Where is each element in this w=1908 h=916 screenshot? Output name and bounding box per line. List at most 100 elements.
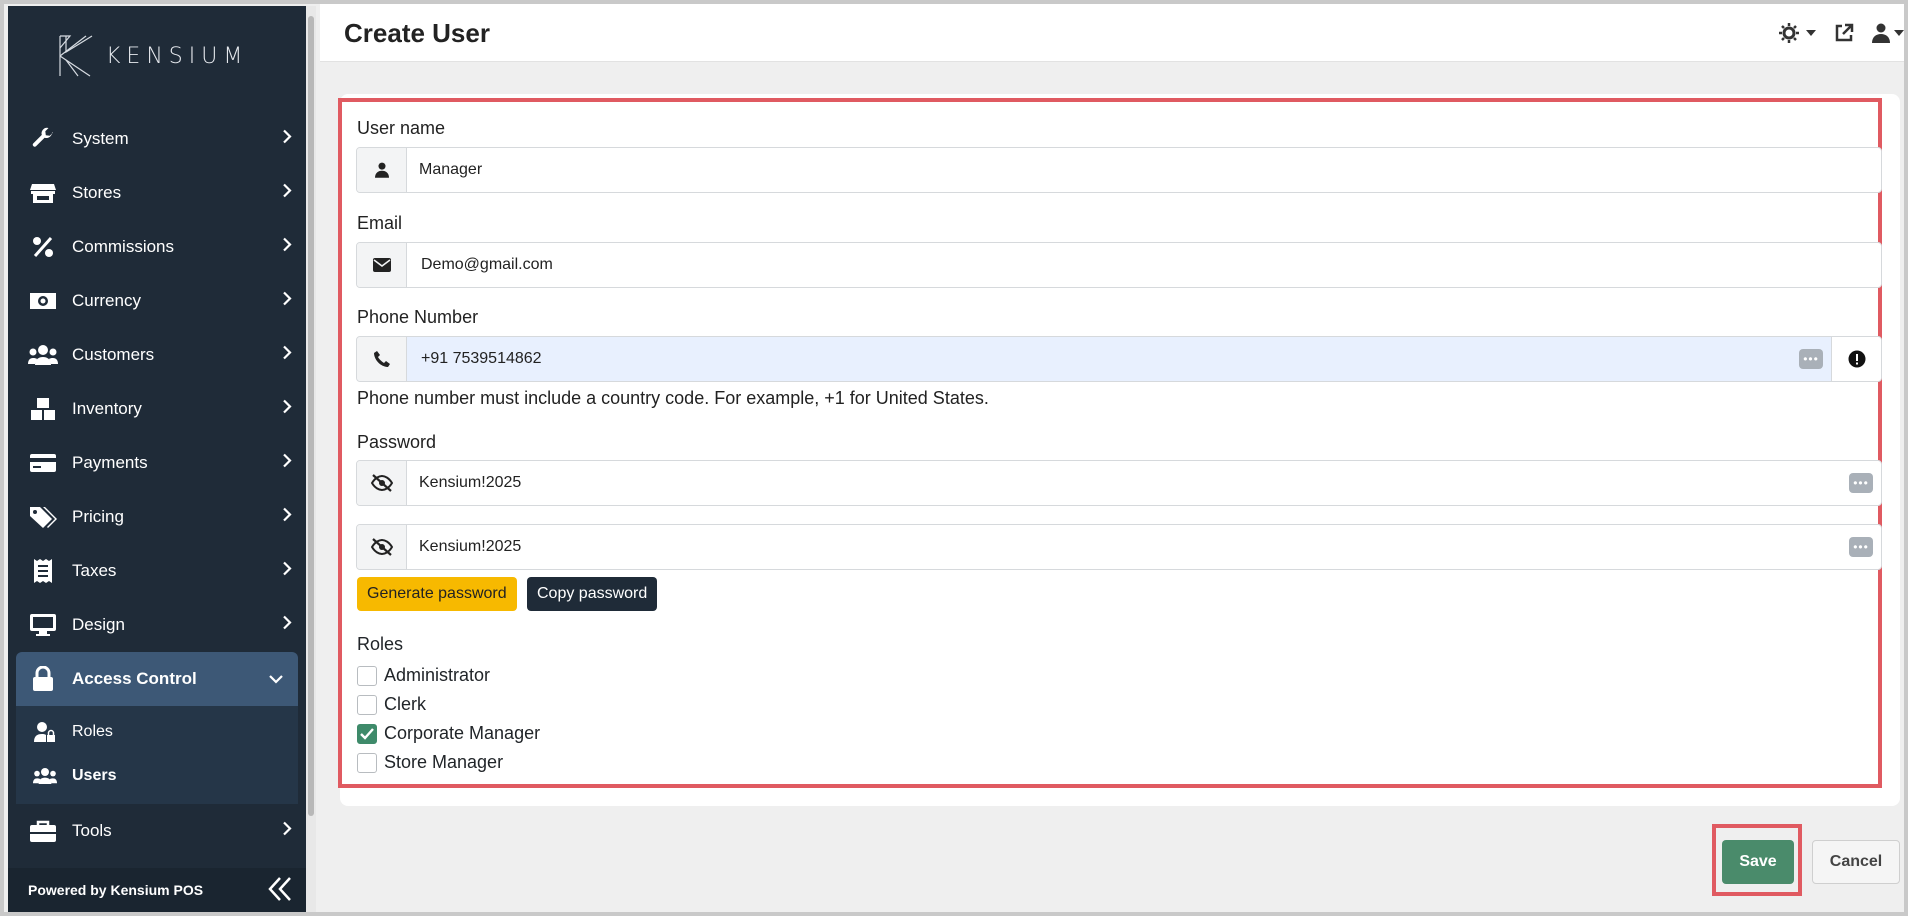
password-label: Password bbox=[357, 432, 437, 452]
page-header: Create User bbox=[320, 4, 1904, 62]
user-menu-button[interactable] bbox=[1872, 23, 1904, 43]
wrench-icon bbox=[28, 124, 58, 154]
chevron-down-icon bbox=[268, 669, 284, 689]
email-label: Email bbox=[357, 213, 403, 233]
role-label: Clerk bbox=[384, 694, 427, 714]
kensium-logo: KENSIUM bbox=[56, 32, 248, 80]
phone-input[interactable] bbox=[407, 337, 1799, 381]
username-input-group bbox=[356, 147, 1882, 193]
caret-down-icon bbox=[1894, 30, 1904, 36]
logo-text: KENSIUM bbox=[106, 43, 249, 69]
chevron-right-icon bbox=[282, 821, 292, 842]
sidebar-item-taxes[interactable]: Taxes bbox=[8, 544, 306, 598]
role-option-corporate-manager[interactable]: Corporate Manager bbox=[357, 723, 540, 744]
password-input[interactable] bbox=[407, 461, 1849, 505]
toolbox-icon bbox=[28, 816, 58, 846]
sidebar-item-label: Stores bbox=[72, 183, 122, 202]
sidebar-footer: Powered by Kensium POS bbox=[8, 868, 306, 912]
role-label: Corporate Manager bbox=[384, 723, 541, 743]
caret-down-icon bbox=[1806, 30, 1816, 36]
sidebar-nav: System Stores Commissions Currency Custo… bbox=[8, 112, 306, 858]
sidebar-item-label: Payments bbox=[72, 453, 148, 472]
access-control-submenu: Roles Users bbox=[16, 706, 298, 804]
role-label: Administrator bbox=[384, 665, 491, 685]
user-icon bbox=[1872, 23, 1890, 43]
chevron-right-icon bbox=[282, 507, 292, 528]
generate-password-button[interactable]: Generate password bbox=[357, 577, 517, 611]
eye-slash-icon[interactable] bbox=[357, 525, 407, 569]
external-link-icon bbox=[1835, 23, 1854, 42]
chevron-right-icon bbox=[282, 237, 292, 258]
sun-gear-icon bbox=[1779, 23, 1799, 43]
chevron-right-icon bbox=[282, 561, 292, 582]
copy-password-button[interactable]: Copy password bbox=[527, 577, 658, 611]
users-icon bbox=[32, 763, 58, 789]
tags-icon bbox=[28, 502, 58, 532]
users-icon bbox=[28, 340, 58, 370]
header-actions bbox=[1778, 22, 1904, 44]
sidebar-item-tools[interactable]: Tools bbox=[8, 804, 306, 858]
sidebar-item-label: Customers bbox=[72, 345, 155, 364]
collapse-sidebar-icon[interactable] bbox=[268, 876, 292, 905]
sidebar-item-design[interactable]: Design bbox=[8, 598, 306, 652]
email-input-group bbox=[356, 242, 1882, 288]
monitor-icon bbox=[28, 610, 58, 640]
chevron-right-icon bbox=[282, 291, 292, 312]
cancel-button[interactable]: Cancel bbox=[1812, 840, 1900, 884]
phone-input-group: ••• bbox=[356, 336, 1882, 382]
eye-slash-icon[interactable] bbox=[357, 461, 407, 505]
sidebar-subitem-users[interactable]: Users bbox=[16, 754, 298, 798]
sidebar-item-label: Taxes bbox=[72, 561, 117, 580]
sidebar-item-label: Commissions bbox=[72, 237, 175, 256]
roles-label: Roles bbox=[357, 634, 404, 654]
chevron-right-icon bbox=[282, 615, 292, 636]
lock-icon bbox=[28, 664, 58, 694]
money-icon bbox=[28, 286, 58, 316]
sidebar-item-label: System bbox=[72, 129, 129, 148]
confirm-password-input-group: ••• bbox=[356, 524, 1882, 570]
autofill-dots-icon[interactable]: ••• bbox=[1849, 537, 1873, 557]
phone-label: Phone Number bbox=[357, 307, 479, 327]
username-input[interactable] bbox=[407, 148, 1881, 192]
sidebar-item-label: Access Control bbox=[72, 669, 197, 688]
role-checkbox[interactable] bbox=[357, 752, 377, 773]
role-checkbox[interactable] bbox=[357, 694, 377, 715]
sidebar-item-stores[interactable]: Stores bbox=[8, 166, 306, 220]
sidebar-item-inventory[interactable]: Inventory bbox=[8, 382, 306, 436]
sidebar-scroll-thumb[interactable] bbox=[308, 16, 314, 816]
password-input-group: ••• bbox=[356, 460, 1882, 506]
sidebar-item-commissions[interactable]: Commissions bbox=[8, 220, 306, 274]
confirm-password-input[interactable] bbox=[407, 525, 1849, 569]
sidebar-item-pricing[interactable]: Pricing bbox=[8, 490, 306, 544]
autofill-dots-icon[interactable]: ••• bbox=[1849, 473, 1873, 493]
role-option-store-manager[interactable]: Store Manager bbox=[357, 752, 503, 773]
role-checkbox-checked[interactable] bbox=[357, 723, 377, 744]
username-label: User name bbox=[357, 118, 446, 138]
autofill-dots-icon[interactable]: ••• bbox=[1799, 349, 1823, 369]
user-lock-icon bbox=[32, 719, 58, 745]
sidebar-subitem-label: Users bbox=[72, 767, 117, 784]
sidebar-item-access-control[interactable]: Access Control bbox=[16, 652, 298, 706]
phone-icon bbox=[357, 337, 407, 381]
checkmark-icon bbox=[360, 727, 374, 740]
save-button[interactable]: Save bbox=[1722, 840, 1794, 884]
role-label: Store Manager bbox=[384, 752, 504, 772]
chevron-right-icon bbox=[282, 129, 292, 150]
boxes-icon bbox=[28, 394, 58, 424]
email-input[interactable] bbox=[407, 243, 1881, 287]
sidebar-item-label: Design bbox=[72, 615, 125, 634]
role-checkbox[interactable] bbox=[357, 665, 377, 686]
user-icon bbox=[357, 148, 407, 192]
sidebar-item-customers[interactable]: Customers bbox=[8, 328, 306, 382]
external-link-button[interactable] bbox=[1834, 23, 1854, 43]
role-option-administrator[interactable]: Administrator bbox=[357, 665, 490, 686]
sidebar-item-system[interactable]: System bbox=[8, 112, 306, 166]
sidebar-item-payments[interactable]: Payments bbox=[8, 436, 306, 490]
phone-help-text: Phone number must include a country code… bbox=[357, 388, 989, 408]
theme-settings-button[interactable] bbox=[1778, 22, 1816, 44]
sidebar-item-currency[interactable]: Currency bbox=[8, 274, 306, 328]
sidebar-item-label: Inventory bbox=[72, 399, 142, 418]
role-option-clerk[interactable]: Clerk bbox=[357, 694, 426, 715]
sidebar-subitem-roles[interactable]: Roles bbox=[16, 710, 298, 754]
form-card bbox=[340, 94, 1900, 806]
